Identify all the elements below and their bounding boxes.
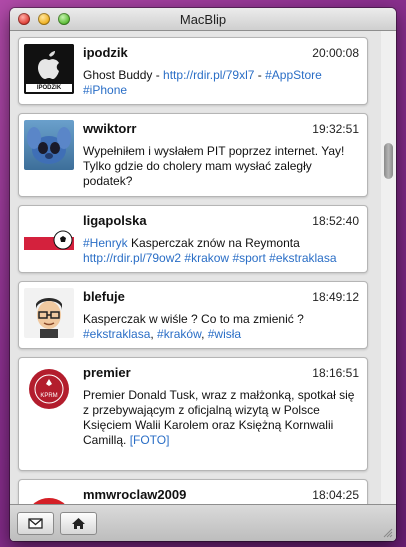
post-link[interactable]: http://rdir.pl/79ow2 [83, 251, 181, 265]
post-timestamp: 18:52:40 [312, 214, 359, 228]
kprm-label: KPRM [40, 393, 57, 399]
post-timestamp: 18:04:25 [312, 488, 359, 502]
bottom-toolbar [10, 504, 396, 541]
post-link[interactable]: #Henryk [83, 236, 128, 250]
timeline-post[interactable]: IPODZIK ipodzik 20:00:08 Ghost Buddy - h… [18, 37, 368, 105]
post-timestamp: 18:16:51 [312, 366, 359, 380]
avatar[interactable] [24, 486, 74, 505]
post-timestamp: 20:00:08 [312, 46, 359, 60]
vertical-scrollbar[interactable] [381, 31, 396, 505]
post-link[interactable]: #wisła [208, 327, 241, 341]
post-timestamp: 19:32:51 [312, 122, 359, 136]
post-link[interactable]: #krakow [184, 251, 229, 265]
post-text: Wypełniłem i wysłałem PIT poprzez intern… [83, 144, 345, 188]
kprm-emblem-icon: KPRM [29, 369, 69, 409]
post-username[interactable]: blefuje [83, 289, 125, 304]
timeline-post[interactable]: wwiktorr 19:32:51 Wypełniłem i wysłałem … [18, 113, 368, 197]
post-link[interactable]: #kraków [157, 327, 201, 341]
post-link[interactable]: #AppStore [265, 68, 322, 82]
post-text: Kasperczak w wiśle ? Co to ma zmienić ? [83, 312, 304, 326]
avatar[interactable]: KPRM [24, 364, 74, 414]
envelope-icon [28, 518, 43, 529]
post-username[interactable]: ipodzik [83, 45, 128, 60]
post-username[interactable]: wwiktorr [83, 121, 136, 136]
post-message: Premier Donald Tusk, wraz z małżonką, sp… [83, 388, 359, 448]
resize-grip-icon[interactable] [381, 526, 393, 538]
window-title: MacBlip [179, 12, 227, 27]
timeline-post[interactable]: ligapolska 18:52:40 #Henryk Kasperczak z… [18, 205, 368, 273]
post-username[interactable]: ligapolska [83, 213, 147, 228]
post-message: #Henryk Kasperczak znów na Reymonta http… [83, 236, 359, 266]
red-logo-icon [32, 498, 66, 505]
avatar[interactable]: IPODZIK [24, 44, 74, 94]
post-username[interactable]: mmwroclaw2009 [83, 487, 186, 502]
avatar[interactable] [24, 212, 74, 262]
stitch-avatar-icon [27, 127, 71, 164]
post-text: Ghost Buddy - [83, 68, 164, 82]
timeline-post[interactable]: blefuje 18:49:12 Kasperczak w wiśle ? Co… [18, 281, 368, 349]
post-username[interactable]: premier [83, 365, 131, 380]
timeline-post[interactable]: mmwroclaw2009 18:04:25 [18, 479, 368, 505]
timeline-list[interactable]: IPODZIK ipodzik 20:00:08 Ghost Buddy - h… [10, 31, 396, 505]
post-text: - [254, 68, 266, 82]
macblip-window: MacBlip IPODZIK ipodzik 20:00:08 Ghost B… [10, 8, 396, 541]
post-message: Kasperczak w wiśle ? Co to ma zmienić ? … [83, 312, 359, 342]
cartoon-man-icon [36, 298, 62, 338]
post-message: Ghost Buddy - http://rdir.pl/79xl7 - #Ap… [83, 68, 359, 98]
avatar-caption: IPODZIK [26, 84, 72, 92]
avatar[interactable] [24, 120, 74, 170]
post-timestamp: 18:49:12 [312, 290, 359, 304]
polish-flag-football-icon [24, 224, 74, 250]
scrollbar-thumb[interactable] [384, 143, 393, 179]
post-text: , [201, 327, 208, 341]
post-link[interactable]: #iPhone [83, 83, 127, 97]
post-link[interactable]: http://rdir.pl/79xl7 [163, 68, 254, 82]
home-button[interactable] [60, 512, 97, 535]
post-link[interactable]: [FOTO] [130, 433, 170, 447]
avatar[interactable] [24, 288, 74, 338]
post-text: Premier Donald Tusk, wraz z małżonką, sp… [83, 388, 355, 447]
post-link[interactable]: #ekstraklasa [269, 251, 336, 265]
post-text: Kasperczak znów na Reymonta [127, 236, 300, 250]
post-link[interactable]: #sport [232, 251, 265, 265]
home-icon [72, 518, 85, 529]
post-link[interactable]: #ekstraklasa [83, 327, 150, 341]
timeline-post[interactable]: KPRM premier 18:16:51 Premier Donald Tus… [18, 357, 368, 471]
post-message: Wypełniłem i wysłałem PIT poprzez intern… [83, 144, 359, 189]
compose-message-button[interactable] [17, 512, 54, 535]
title-bar[interactable]: MacBlip [10, 8, 396, 31]
